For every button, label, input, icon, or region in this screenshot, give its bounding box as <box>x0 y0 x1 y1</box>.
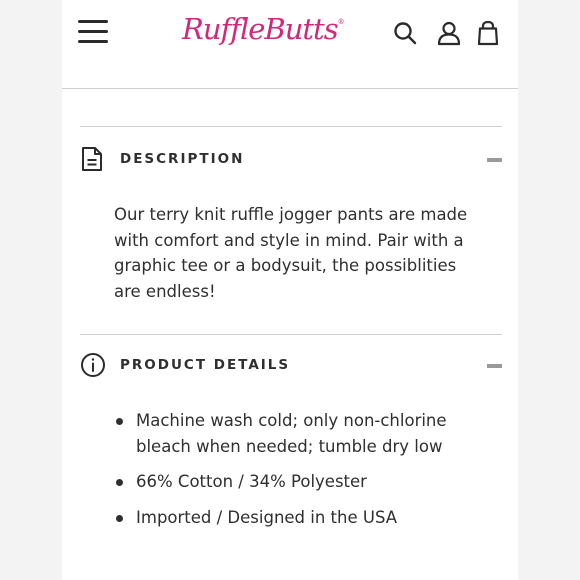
brand-logo-text: RuffleButts <box>182 12 339 46</box>
info-icon <box>80 352 106 378</box>
product-page: RuffleButts® DESCRIPTION Our terry knit … <box>62 0 518 580</box>
description-accordion-header[interactable]: DESCRIPTION <box>80 146 502 186</box>
brand-logo[interactable]: RuffleButts® <box>182 12 347 52</box>
section-divider <box>80 334 502 335</box>
document-icon <box>80 146 104 172</box>
product-details-list: Machine wash cold; only non-chlorine ble… <box>96 408 456 540</box>
hamburger-menu-icon[interactable] <box>78 20 108 44</box>
collapse-minus-icon[interactable] <box>487 364 502 368</box>
bullet-icon <box>116 479 123 487</box>
product-details-accordion-header[interactable]: PRODUCT DETAILS <box>80 352 502 392</box>
description-text: Our terry knit ruffle jogger pants are m… <box>114 205 468 301</box>
collapse-minus-icon[interactable] <box>487 158 502 162</box>
search-icon[interactable] <box>392 20 418 46</box>
list-item: 66% Cotton / 34% Polyester <box>96 469 456 495</box>
list-item-text: Machine wash cold; only non-chlorine ble… <box>136 411 447 456</box>
site-header: RuffleButts® <box>62 0 518 89</box>
section-divider <box>80 126 502 127</box>
list-item: Machine wash cold; only non-chlorine ble… <box>96 408 456 459</box>
shopping-bag-icon[interactable] <box>476 20 500 46</box>
description-title: DESCRIPTION <box>120 151 245 167</box>
bullet-icon <box>116 514 123 522</box>
list-item: Imported / Designed in the USA <box>96 505 456 531</box>
bullet-icon <box>116 418 123 425</box>
list-item-text: Imported / Designed in the USA <box>136 507 398 527</box>
trademark-symbol: ® <box>337 18 345 26</box>
product-details-title: PRODUCT DETAILS <box>120 357 291 373</box>
list-item-text: 66% Cotton / 34% Polyester <box>136 472 367 492</box>
account-icon[interactable] <box>436 20 462 46</box>
